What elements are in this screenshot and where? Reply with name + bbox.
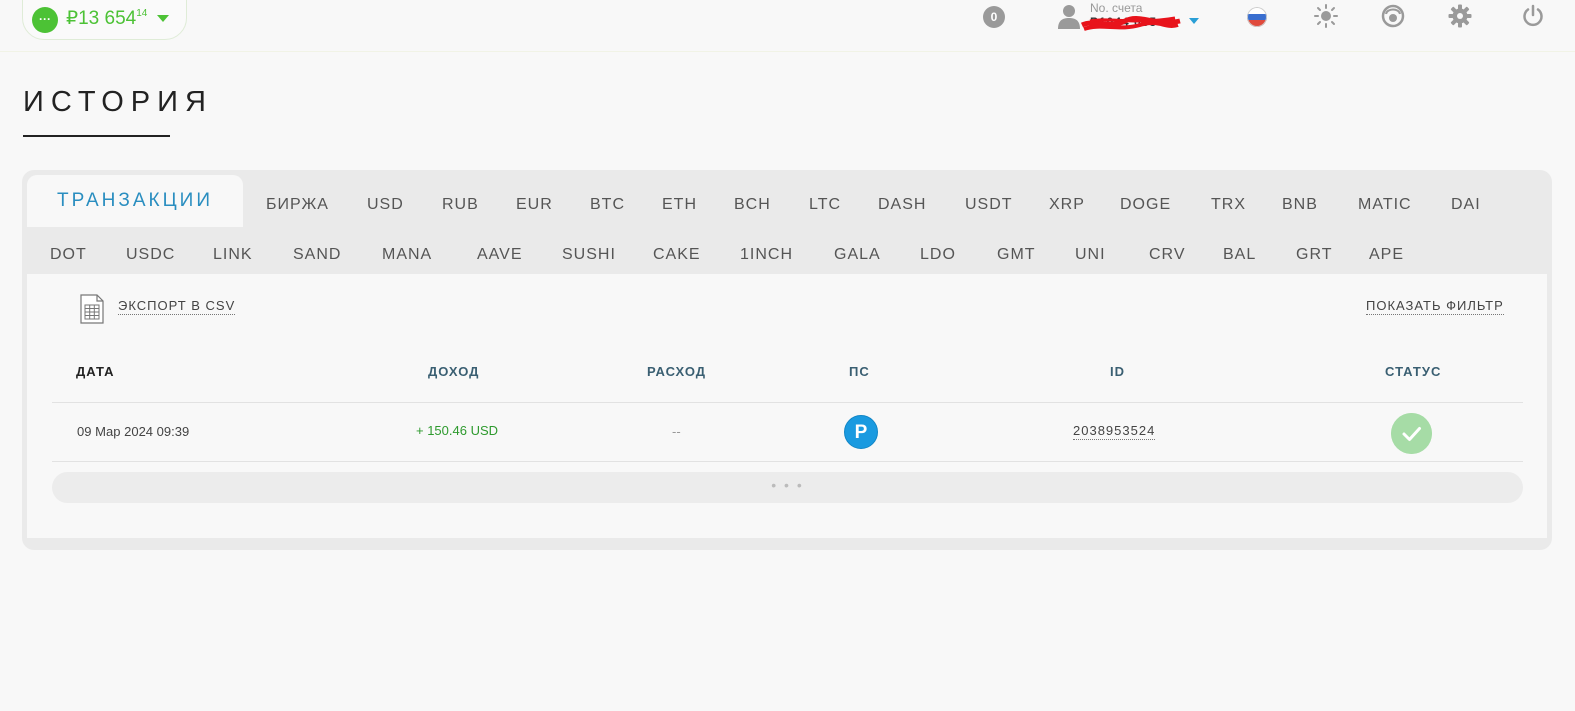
tab-eur[interactable]: EUR xyxy=(516,196,553,214)
amount-cents: 14 xyxy=(136,8,148,19)
tab-gmt[interactable]: GMT xyxy=(997,246,1036,264)
top-bar: ··· ₽13 65414 0 No. счета P1044 085 xyxy=(0,0,1575,52)
tab-dot[interactable]: DOT xyxy=(50,246,87,264)
tab-grt[interactable]: GRT xyxy=(1296,246,1332,264)
tab-bnb[interactable]: BNB xyxy=(1282,196,1318,214)
tab-usdc[interactable]: USDC xyxy=(126,246,175,264)
sun-icon[interactable] xyxy=(1314,4,1338,28)
power-icon[interactable] xyxy=(1521,4,1545,28)
tab-birzha[interactable]: БИРЖА xyxy=(266,196,329,214)
more-icon[interactable]: ··· xyxy=(32,7,58,33)
row-income: + 150.46 USD xyxy=(416,423,499,438)
tab-doge[interactable]: DOGE xyxy=(1120,196,1171,214)
tab-sushi[interactable]: SUSHI xyxy=(562,246,616,264)
row-date: 09 Мар 2024 09:39 xyxy=(77,424,190,439)
col-header-ps: ПС xyxy=(849,364,870,379)
russia-flag-icon[interactable] xyxy=(1247,7,1267,27)
tab-xrp[interactable]: XRP xyxy=(1049,196,1085,214)
tab-dash[interactable]: DASH xyxy=(878,196,926,214)
tab-transactions[interactable]: ТРАНЗАКЦИИ xyxy=(27,175,243,227)
table-divider xyxy=(52,461,1523,462)
load-more-bar[interactable]: • • • xyxy=(52,472,1523,503)
check-icon xyxy=(1391,413,1432,454)
gear-icon[interactable] xyxy=(1448,4,1472,28)
tab-dai[interactable]: DAI xyxy=(1451,196,1481,214)
balance-widget[interactable]: ··· ₽13 65414 xyxy=(22,0,187,40)
col-header-income: ДОХОД xyxy=(428,364,480,379)
tab-ltc[interactable]: LTC xyxy=(809,196,841,214)
tab-uni[interactable]: UNI xyxy=(1075,246,1106,264)
tab-1inch[interactable]: 1INCH xyxy=(740,246,793,264)
col-header-status: СТАТУС xyxy=(1385,364,1442,379)
balance-amount[interactable]: ₽13 65414 xyxy=(66,7,147,30)
transactions-content: ЭКСПОРТ В CSV ПОКАЗАТЬ ФИЛЬТР ДАТА ДОХОД… xyxy=(27,274,1547,538)
page-title: ИСТОРИЯ xyxy=(23,86,213,118)
tab-ldo[interactable]: LDO xyxy=(920,246,956,264)
user-icon[interactable] xyxy=(1057,3,1081,29)
tab-eth[interactable]: ETH xyxy=(662,196,697,214)
redaction-scribble xyxy=(1080,15,1181,31)
tab-gala[interactable]: GALA xyxy=(834,246,881,264)
table-divider xyxy=(52,402,1523,403)
payment-system-icon: P xyxy=(844,415,878,449)
tab-usd[interactable]: USD xyxy=(367,196,404,214)
tab-sand[interactable]: SAND xyxy=(293,246,341,264)
tab-mana[interactable]: MANA xyxy=(382,246,432,264)
col-header-expense: РАСХОД xyxy=(647,364,707,379)
tab-bal[interactable]: BAL xyxy=(1223,246,1256,264)
tab-btc[interactable]: BTC xyxy=(590,196,625,214)
tab-rub[interactable]: RUB xyxy=(442,196,479,214)
support-icon[interactable] xyxy=(1381,4,1405,28)
transaction-id-link[interactable]: 2038953524 xyxy=(1073,423,1156,440)
tab-bch[interactable]: BCH xyxy=(734,196,771,214)
export-csv-link[interactable]: ЭКСПОРТ В CSV xyxy=(118,298,236,315)
tab-ape[interactable]: APE xyxy=(1369,246,1404,264)
chevron-down-icon[interactable] xyxy=(157,15,169,22)
title-underline xyxy=(23,135,170,137)
tab-usdt[interactable]: USDT xyxy=(965,196,1013,214)
tab-link[interactable]: LINK xyxy=(213,246,253,264)
account-chevron-down-icon[interactable] xyxy=(1189,18,1199,24)
tab-crv[interactable]: CRV xyxy=(1149,246,1186,264)
tab-aave[interactable]: AAVE xyxy=(477,246,523,264)
col-header-date: ДАТА xyxy=(76,364,115,379)
amount-main: 13 654 xyxy=(78,8,137,29)
notifications-badge[interactable]: 0 xyxy=(983,6,1005,28)
row-expense: -- xyxy=(672,424,681,439)
history-panel: ТРАНЗАКЦИИ БИРЖА USD RUB EUR BTC ETH BCH… xyxy=(22,170,1552,550)
currency-symbol: ₽ xyxy=(66,8,79,29)
col-header-id: ID xyxy=(1110,364,1125,379)
tab-matic[interactable]: MATIC xyxy=(1358,196,1412,214)
show-filter-link[interactable]: ПОКАЗАТЬ ФИЛЬТР xyxy=(1366,298,1504,315)
tab-cake[interactable]: CAKE xyxy=(653,246,701,264)
spreadsheet-icon[interactable] xyxy=(80,294,104,324)
tab-trx[interactable]: TRX xyxy=(1211,196,1246,214)
